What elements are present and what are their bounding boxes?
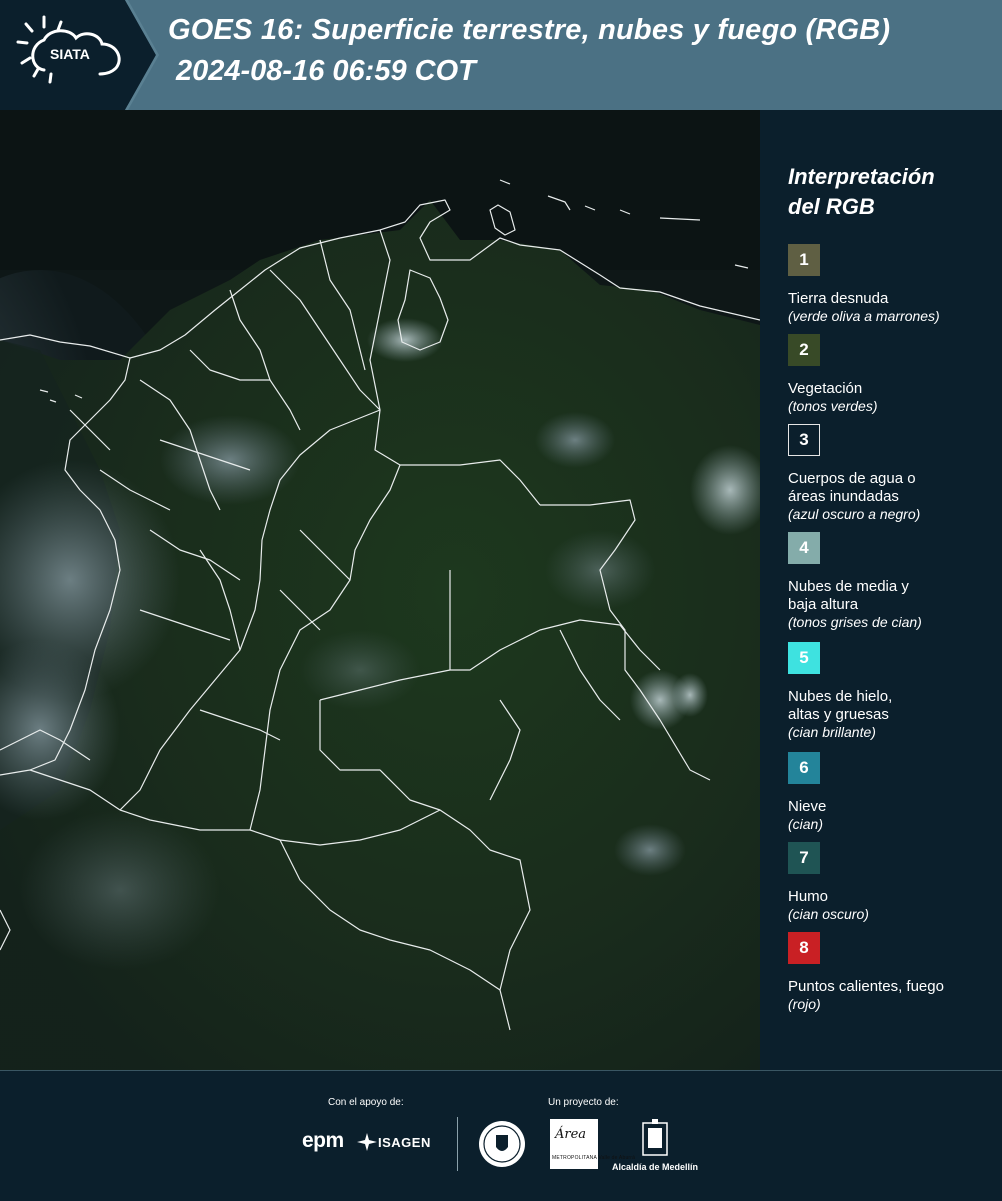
area-metropolitana-name: Área	[555, 1127, 587, 1142]
legend-swatch: 7	[788, 842, 820, 874]
legend-swatch: 2	[788, 334, 820, 366]
satellite-map[interactable]	[0, 110, 760, 1070]
epm-logo: epm	[302, 1129, 344, 1152]
legend-item-snow: 6 Nieve (cian)	[788, 752, 998, 833]
legend-item-water: 3 Cuerpos de agua o áreas inundadas (azu…	[788, 424, 998, 523]
isagen-star-icon	[357, 1133, 377, 1151]
page-timestamp: 2024-08-16 06:59 COT	[176, 55, 476, 87]
legend-swatch: 1	[788, 244, 820, 276]
area-metropolitana-sub: METROPOLITANA Valle de Aburrá	[552, 1155, 636, 1161]
isagen-logo: ISAGEN	[378, 1135, 431, 1150]
legend-item-ice-clouds: 5 Nubes de hielo, altas y gruesas (cian …	[788, 642, 998, 741]
legend-item-bare-land: 1 Tierra desnuda (verde oliva a marrones…	[788, 244, 998, 325]
header-banner: SIATA GOES 16: Superficie terrestre, nub…	[0, 0, 1002, 110]
legend-item-fire: 8 Puntos calientes, fuego (rojo)	[788, 932, 998, 1013]
legend-title: Interpretación del RGB	[788, 164, 935, 219]
legend-item-smoke: 7 Humo (cian oscuro)	[788, 842, 998, 923]
legend-swatch: 6	[788, 752, 820, 784]
page-title: GOES 16: Superficie terrestre, nubes y f…	[168, 14, 891, 46]
legend-swatch: 4	[788, 532, 820, 564]
siata-logo: SIATA	[0, 0, 156, 110]
alcaldia-medellin-label: Alcaldía de Medellín	[612, 1162, 699, 1172]
legend-swatch: 3	[788, 424, 820, 456]
footer-divider	[457, 1117, 458, 1171]
project-label: Un proyecto de:	[548, 1097, 619, 1108]
support-label: Con el apoyo de:	[328, 1097, 404, 1108]
legend-item-vegetation: 2 Vegetación (tonos verdes)	[788, 334, 998, 415]
legend-item-mid-low-clouds: 4 Nubes de media y baja altura (tonos gr…	[788, 532, 998, 631]
footer: Con el apoyo de: Un proyecto de: epm ISA…	[0, 1070, 1002, 1201]
legend-swatch: 5	[788, 642, 820, 674]
medellin-university-seal-icon	[479, 1121, 525, 1167]
siata-logo-text: SIATA	[50, 46, 90, 62]
medellin-coat-of-arms-icon	[642, 1119, 668, 1156]
rgb-legend: Interpretación del RGB 1 Tierra desnuda …	[760, 110, 1002, 1070]
legend-swatch: 8	[788, 932, 820, 964]
satellite-image	[0, 110, 760, 1070]
